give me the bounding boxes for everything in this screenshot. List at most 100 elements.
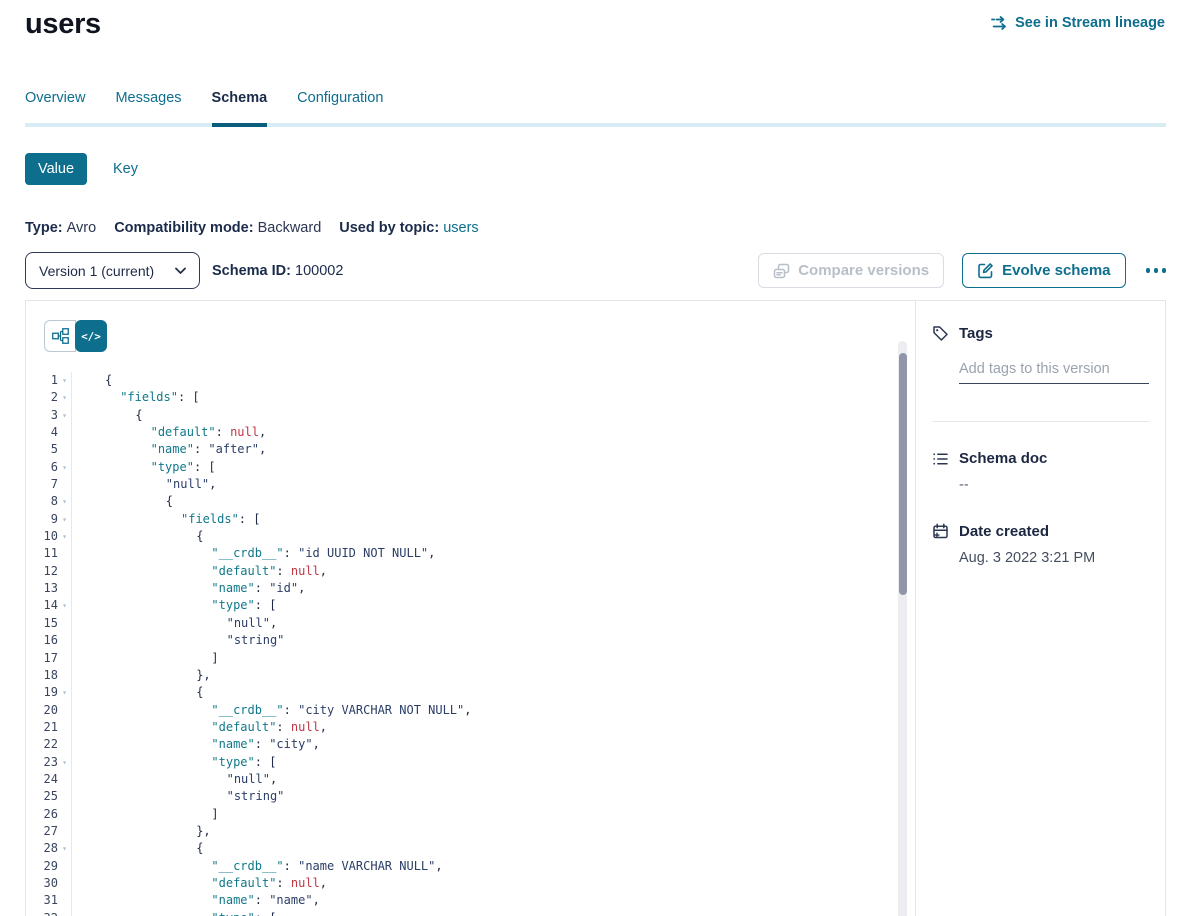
code-text: "type": [ [72, 597, 276, 614]
collapse-arrow-icon[interactable]: ▾ [58, 910, 71, 916]
gutter: 14▾ [26, 597, 72, 614]
value-key-toggle: Value Key [25, 153, 138, 185]
collapse-arrow-icon[interactable]: ▾ [58, 684, 71, 701]
tag-icon [932, 325, 949, 342]
gutter-spacer [58, 476, 71, 493]
code-text: { [72, 493, 173, 510]
gutter: 11 [26, 545, 72, 562]
tree-view-button[interactable] [44, 320, 76, 352]
code-text: "default": null, [72, 424, 266, 441]
line-number: 11 [26, 545, 58, 562]
collapse-arrow-icon[interactable]: ▾ [58, 840, 71, 857]
gutter: 4 [26, 424, 72, 441]
collapse-arrow-icon[interactable]: ▾ [58, 597, 71, 614]
collapse-arrow-icon[interactable]: ▾ [58, 389, 71, 406]
code-editor: 1▾{2▾"fields": [3▾{4"default": null,5"na… [26, 372, 915, 916]
code-view-button[interactable]: </> [75, 320, 107, 352]
tags-title: Tags [959, 325, 993, 342]
tab-configuration[interactable]: Configuration [297, 90, 383, 106]
gutter: 24 [26, 771, 72, 788]
collapse-arrow-icon[interactable]: ▾ [58, 528, 71, 545]
gutter: 21 [26, 719, 72, 736]
see-in-stream-lineage-link[interactable]: See in Stream lineage [991, 15, 1165, 31]
code-text: "name": "city", [72, 736, 320, 753]
gutter-spacer [58, 806, 71, 823]
line-number: 15 [26, 615, 58, 632]
gutter: 17 [26, 650, 72, 667]
code-line: 14▾"type": [ [26, 597, 915, 614]
tab-overview[interactable]: Overview [25, 90, 85, 106]
code-line: 24"null", [26, 771, 915, 788]
code-text: "name": "id", [72, 580, 305, 597]
code-line: 32▾"type": [ [26, 910, 915, 916]
code-line: 21"default": null, [26, 719, 915, 736]
code-text: "null", [72, 476, 216, 493]
line-number: 25 [26, 788, 58, 805]
gutter-spacer [58, 719, 71, 736]
code-line: 16"string" [26, 632, 915, 649]
chevron-down-icon [175, 267, 186, 275]
tab-schema[interactable]: Schema [212, 90, 268, 106]
gutter-spacer [58, 771, 71, 788]
gutter: 31 [26, 892, 72, 909]
collapse-arrow-icon[interactable]: ▾ [58, 511, 71, 528]
meta-bar: Type: AvroCompatibility mode: BackwardUs… [25, 220, 479, 236]
code-text: "type": [ [72, 459, 216, 476]
code-text: "type": [ [72, 910, 276, 916]
code-line: 26] [26, 806, 915, 823]
gutter: 23▾ [26, 754, 72, 771]
code-scrollbar[interactable] [898, 341, 907, 916]
scrollbar-thumb[interactable] [899, 353, 907, 595]
tree-icon [52, 328, 69, 344]
line-number: 13 [26, 580, 58, 597]
key-toggle-button[interactable]: Key [113, 161, 138, 177]
tab-messages[interactable]: Messages [115, 90, 181, 106]
page-title: users [25, 8, 101, 41]
gutter: 7 [26, 476, 72, 493]
gutter-spacer [58, 441, 71, 458]
code-text: "fields": [ [72, 389, 200, 406]
code-text: { [72, 840, 203, 857]
code-line: 20"__crdb__": "city VARCHAR NOT NULL", [26, 702, 915, 719]
line-number: 22 [26, 736, 58, 753]
line-number: 18 [26, 667, 58, 684]
code-line: 28▾{ [26, 840, 915, 857]
sidebar: Tags Schema doc -- [915, 301, 1165, 916]
collapse-arrow-icon[interactable]: ▾ [58, 493, 71, 510]
collapse-arrow-icon[interactable]: ▾ [58, 372, 71, 389]
meta-item: Compatibility mode: Backward [114, 220, 321, 236]
tag-input[interactable] [959, 359, 1149, 384]
gutter: 15 [26, 615, 72, 632]
collapse-arrow-icon[interactable]: ▾ [58, 754, 71, 771]
code-line: 19▾{ [26, 684, 915, 701]
code-text: ] [72, 650, 219, 667]
evolve-schema-button[interactable]: Evolve schema [962, 253, 1125, 288]
line-number: 2 [26, 389, 58, 406]
schema-panel: </> 1▾{2▾"fields": [3▾{4"default": null,… [25, 300, 1166, 916]
line-number: 9 [26, 511, 58, 528]
code-line: 1▾{ [26, 372, 915, 389]
list-icon [932, 451, 949, 467]
tabs: Overview Messages Schema Configuration [25, 90, 1166, 127]
compare-versions-button[interactable]: Compare versions [758, 253, 944, 288]
code-line: 13 "name": "id", [26, 580, 915, 597]
code-line: 9▾"fields": [ [26, 511, 915, 528]
code-line: 17] [26, 650, 915, 667]
meta-item: Type: Avro [25, 220, 96, 236]
value-toggle-button[interactable]: Value [25, 153, 87, 185]
code-line: 4"default": null, [26, 424, 915, 441]
calendar-plus-icon [932, 523, 949, 540]
gutter-spacer [58, 702, 71, 719]
code-line: 23▾"type": [ [26, 754, 915, 771]
topic-link[interactable]: users [443, 220, 478, 236]
collapse-arrow-icon[interactable]: ▾ [58, 407, 71, 424]
version-select[interactable]: Version 1 (current) [25, 252, 200, 289]
code-line: 22 "name": "city", [26, 736, 915, 753]
collapse-arrow-icon[interactable]: ▾ [58, 459, 71, 476]
code-text: ] [72, 806, 219, 823]
code-text: "string" [72, 788, 284, 805]
more-options-button[interactable] [1144, 262, 1169, 279]
gutter: 8▾ [26, 493, 72, 510]
code-line: 30"default": null, [26, 875, 915, 892]
line-number: 8 [26, 493, 58, 510]
